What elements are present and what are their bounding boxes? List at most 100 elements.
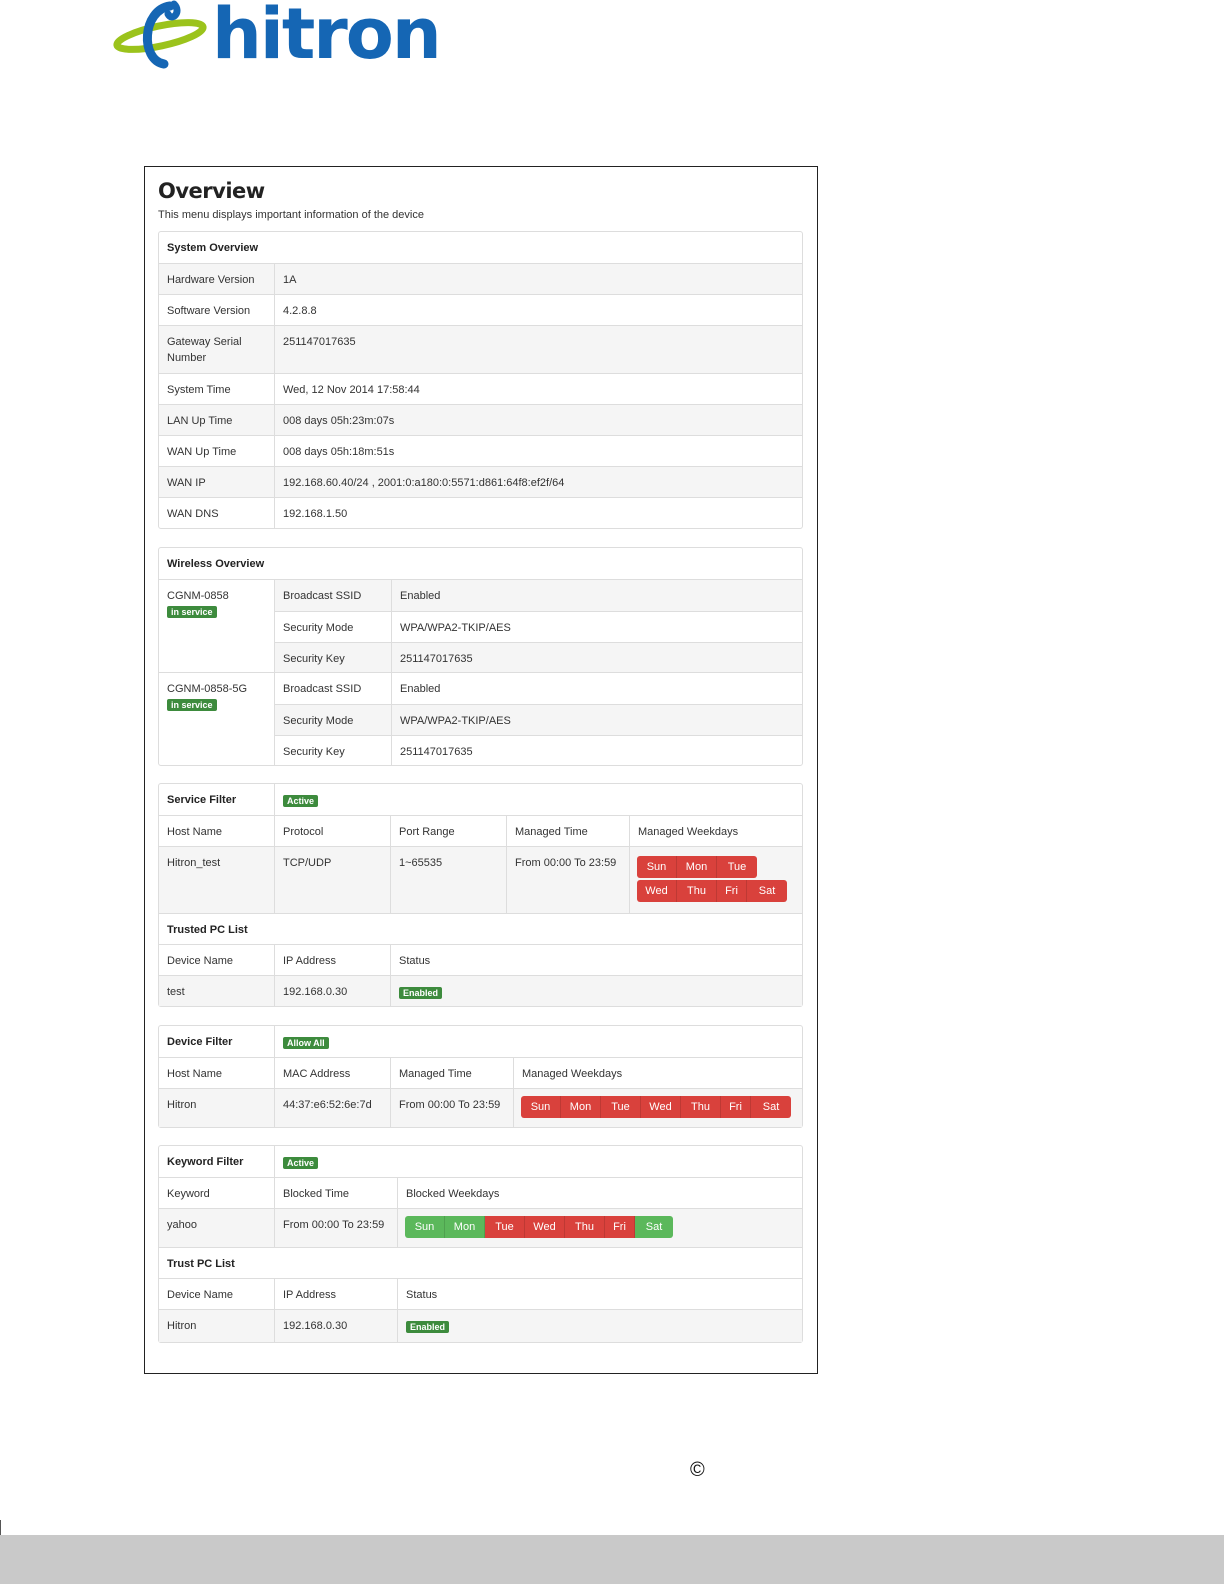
system-overview-panel: System Overview Hardware Version 1A Soft… (158, 231, 803, 529)
weekday-toggle-fri[interactable]: Fri (721, 1096, 751, 1118)
weekday-toggle-mon[interactable]: Mon (677, 856, 717, 878)
keyword-filter-status-badge: Active (283, 1157, 319, 1169)
row-value: 4.2.8.8 (274, 295, 802, 325)
weekday-toggle-fri[interactable]: Fri (605, 1216, 635, 1238)
row-label: Security Mode (283, 715, 354, 727)
column-header: Status (397, 1279, 802, 1309)
table-header-row: Device Name IP Address Status (159, 944, 802, 975)
weekday-button-group: Sun Mon Tue Wed Thu Fri Sat (521, 1096, 791, 1118)
table-row: test 192.168.0.30 Enabled (159, 975, 802, 1006)
status-cell: Enabled (397, 1310, 802, 1342)
ssid-cell: CGNM-0858 in service (159, 580, 274, 672)
service-filter-status-badge: Active (283, 795, 319, 807)
column-header: Device Name (167, 955, 234, 967)
column-header: MAC Address (274, 1058, 390, 1088)
mac-address-cell: 44:37:e6:52:6e:7d (274, 1089, 390, 1127)
row-label: Software Version (167, 305, 251, 317)
column-header: Protocol (274, 816, 390, 846)
weekday-toggle-sun[interactable]: Sun (637, 856, 677, 878)
weekday-toggle-sun[interactable]: Sun (405, 1216, 445, 1238)
panel-heading-row: Device Filter Allow All (159, 1026, 802, 1057)
wireless-overview-heading: Wireless Overview (167, 558, 265, 570)
keyword-filter-heading: Keyword Filter (167, 1156, 244, 1168)
table-row: Security Mode WPA/WPA2-TKIP/AES (275, 704, 802, 735)
copyright-symbol: © (690, 1459, 705, 1481)
panel-subheading-row: Trusted PC List (159, 913, 802, 944)
table-row: Hitron 44:37:e6:52:6e:7d From 00:00 To 2… (159, 1088, 802, 1127)
status-badge: Enabled (399, 987, 443, 999)
wireless-network-block: CGNM-0858 in service Broadcast SSID Enab… (159, 579, 802, 673)
weekday-toggle-thu[interactable]: Thu (677, 880, 717, 902)
screenshot-frame: Overview This menu displays important in… (144, 166, 818, 1374)
row-label: Gateway Serial Number (167, 336, 242, 364)
hitron-swoosh-icon (113, 0, 207, 69)
badge-cell: Active (274, 784, 802, 815)
table-row: Hardware Version 1A (159, 263, 802, 294)
weekday-toggle-wed[interactable]: Wed (641, 1096, 681, 1118)
column-header: Port Range (390, 816, 506, 846)
table-header-row: Host Name Protocol Port Range Managed Ti… (159, 815, 802, 846)
row-value: 251147017635 (391, 643, 802, 673)
weekday-toggle-sun[interactable]: Sun (521, 1096, 561, 1118)
column-header: Managed Weekdays (629, 816, 802, 846)
weekday-toggle-mon[interactable]: Mon (445, 1216, 485, 1238)
row-label: Security Key (283, 746, 345, 758)
row-label: Security Key (283, 653, 345, 665)
weekday-toggle-tue[interactable]: Tue (717, 856, 757, 878)
panel-heading-row: Service Filter Active (159, 784, 802, 815)
weekday-toggle-mon[interactable]: Mon (561, 1096, 601, 1118)
row-value: 251147017635 (274, 326, 802, 373)
service-filter-heading: Service Filter (167, 794, 237, 806)
blocked-time-cell: From 00:00 To 23:59 (274, 1209, 397, 1247)
weekday-toggle-wed[interactable]: Wed (637, 880, 677, 902)
table-header-row: Keyword Blocked Time Blocked Weekdays (159, 1177, 802, 1208)
table-row: Security Key 251147017635 (275, 735, 802, 766)
row-label: System Time (167, 384, 231, 396)
table-row: LAN Up Time 008 days 05h:23m:07s (159, 404, 802, 435)
system-overview-heading: System Overview (167, 242, 259, 254)
table-row: WAN Up Time 008 days 05h:18m:51s (159, 435, 802, 466)
weekday-toggle-fri[interactable]: Fri (717, 880, 747, 902)
managed-time-cell: From 00:00 To 23:59 (506, 847, 629, 913)
hitron-logo: hitron (112, 0, 442, 74)
weekday-toggle-sat[interactable]: Sat (635, 1216, 673, 1238)
table-row: yahoo From 00:00 To 23:59 Sun Mon Tue We… (159, 1208, 802, 1247)
logo-wordmark: hitron (212, 0, 442, 75)
weekday-toggle-tue[interactable]: Tue (485, 1216, 525, 1238)
row-value: Enabled (391, 673, 802, 704)
weekday-toggle-tue[interactable]: Tue (601, 1096, 641, 1118)
column-header: Managed Weekdays (513, 1058, 802, 1088)
weekday-toggle-sat[interactable]: Sat (751, 1096, 791, 1118)
table-row: Broadcast SSID Enabled (275, 580, 802, 611)
device-filter-status-badge: Allow All (283, 1037, 329, 1049)
row-value: Enabled (391, 580, 802, 611)
table-row: WAN DNS 192.168.1.50 (159, 497, 802, 528)
column-header: Keyword (167, 1188, 210, 1200)
panel-heading-row: Wireless Overview (159, 548, 802, 579)
device-name-cell: Hitron (167, 1320, 197, 1332)
weekday-toggle-wed[interactable]: Wed (525, 1216, 565, 1238)
row-value: WPA/WPA2-TKIP/AES (391, 612, 802, 642)
weekday-toggle-sat[interactable]: Sat (747, 880, 787, 902)
column-header: Blocked Time (274, 1178, 397, 1208)
row-value: 192.168.60.40/24 , 2001:0:a180:0:5571:d8… (274, 467, 802, 497)
weekday-toggle-thu[interactable]: Thu (565, 1216, 605, 1238)
table-row: WAN IP 192.168.60.40/24 , 2001:0:a180:0:… (159, 466, 802, 497)
weekday-toggle-thu[interactable]: Thu (681, 1096, 721, 1118)
weekday-button-group: Sun Mon Tue (637, 856, 757, 878)
keyword-cell: yahoo (167, 1219, 197, 1231)
ssid-cell: CGNM-0858-5G in service (159, 673, 274, 765)
trust-pc-list-heading: Trust PC List (167, 1258, 235, 1270)
status-cell: Enabled (390, 976, 802, 1006)
port-range-cell: 1~65535 (390, 847, 506, 913)
status-badge: in service (167, 699, 217, 711)
column-header: Host Name (167, 826, 223, 838)
panel-heading-row: System Overview (159, 232, 802, 263)
trusted-pc-list-heading: Trusted PC List (167, 924, 248, 936)
table-row: Security Mode WPA/WPA2-TKIP/AES (275, 611, 802, 642)
row-label: Security Mode (283, 622, 354, 634)
managed-time-cell: From 00:00 To 23:59 (390, 1089, 513, 1127)
table-row: Gateway Serial Number 251147017635 (159, 325, 802, 373)
host-name-cell: Hitron_test (167, 857, 221, 869)
protocol-cell: TCP/UDP (274, 847, 390, 913)
